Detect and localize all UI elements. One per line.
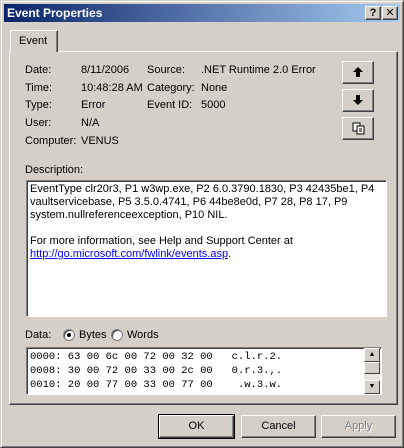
type-label: Type: <box>25 99 52 111</box>
description-label: Description: <box>25 164 84 176</box>
type-value: Error <box>81 99 106 111</box>
computer-value: VENUS <box>81 135 119 147</box>
ok-button[interactable]: OK <box>158 414 235 439</box>
description-help-line: For more information, see Help and Suppo… <box>30 235 293 247</box>
words-radio-label[interactable]: Words <box>127 329 159 341</box>
apply-button[interactable]: Apply <box>321 415 396 438</box>
link-suffix: . <box>228 248 232 260</box>
event-id-value: 5000 <box>201 99 226 111</box>
scroll-down-arrow-icon[interactable]: ▼ <box>364 380 380 394</box>
description-line: EventType clr20r3, P1 w3wp.exe, P2 6.0.3… <box>30 183 375 221</box>
user-label: User: <box>25 117 52 129</box>
date-value: 8/11/2006 <box>81 64 130 76</box>
computer-label: Computer: <box>25 135 77 147</box>
event-properties-window: Event Properties ? ✕ Event Date: 8/11/20… <box>0 0 404 448</box>
data-row: 0010: 20 00 77 00 33 00 77 00 .w.3.w. <box>30 379 283 391</box>
category-label: Category: <box>147 82 195 94</box>
arrow-down-icon <box>353 95 363 105</box>
source-label: Source: <box>147 64 185 76</box>
bytes-radio[interactable] <box>63 329 75 341</box>
time-value: 10:48:28 AM <box>81 82 143 94</box>
description-text[interactable]: EventType clr20r3, P1 w3wp.exe, P2 6.0.3… <box>26 180 387 317</box>
data-row: 0008: 30 00 72 00 33 00 2c 00 0.r.3.,. <box>30 365 283 377</box>
words-radio[interactable] <box>111 329 123 341</box>
source-value: .NET Runtime 2.0 Error <box>201 64 316 76</box>
tab-event[interactable]: Event <box>10 30 58 52</box>
window-title: Event Properties <box>7 6 103 20</box>
bytes-radio-label[interactable]: Bytes <box>79 329 107 341</box>
copy-icon <box>352 122 365 135</box>
cancel-button[interactable]: Cancel <box>241 415 316 438</box>
category-value: None <box>201 82 228 94</box>
date-label: Date: <box>25 64 51 76</box>
scroll-up-arrow-icon[interactable]: ▲ <box>364 348 380 362</box>
event-id-label: Event ID: <box>147 99 193 111</box>
copy-button[interactable] <box>342 117 374 140</box>
previous-event-button[interactable] <box>342 61 374 84</box>
arrow-up-icon <box>353 67 363 77</box>
user-value: N/A <box>81 117 100 129</box>
data-scrollbar[interactable]: ▲ ▼ <box>364 348 380 394</box>
tab-event-label: Event <box>19 35 48 47</box>
data-label: Data: <box>25 329 52 341</box>
help-button[interactable]: ? <box>365 6 381 20</box>
next-event-button[interactable] <box>342 89 374 112</box>
help-link[interactable]: http://go.microsoft.com/fwlink/events.as… <box>30 248 228 260</box>
date-label-text: Date: <box>25 64 52 76</box>
scroll-thumb[interactable] <box>364 362 380 374</box>
title-bar[interactable]: Event Properties ? ✕ <box>4 4 400 22</box>
time-label: Time: <box>25 82 53 94</box>
close-button[interactable]: ✕ <box>382 6 398 20</box>
data-hex-view[interactable]: 0000: 63 00 6c 00 72 00 32 00 c.l.r.2. 00… <box>26 347 382 395</box>
data-row: 0000: 63 00 6c 00 72 00 32 00 c.l.r.2. <box>30 351 283 363</box>
